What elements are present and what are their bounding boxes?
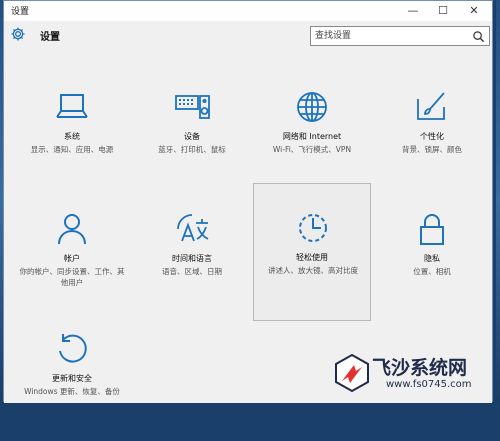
laptop-icon (56, 94, 88, 118)
tile-label: 时间和语言 (172, 254, 212, 263)
tile-description: 显示、通知、应用、电源 (30, 145, 114, 154)
tile-privacy[interactable]: 隐私 位置、相机 (373, 203, 491, 321)
tile-system[interactable]: 系统 显示、通知、应用、电源 (13, 81, 131, 199)
desktop-edge-right (496, 0, 500, 402)
tile-personalization[interactable]: 个性化 背景、锁屏、颜色 (373, 81, 491, 199)
update-icon (59, 334, 87, 363)
settings-content: 设置 系统 显示、通知、应用、电源 (4, 21, 492, 403)
search-box[interactable] (310, 26, 490, 46)
tile-description: 语音、区域、日期 (162, 267, 222, 276)
watermark-title: 飞沙系统网 (372, 357, 468, 379)
tile-label: 网络和 Internet (282, 132, 342, 141)
time-language-icon (177, 214, 209, 242)
maximize-button[interactable]: ☐ (429, 1, 457, 21)
paintbrush-icon (417, 92, 445, 120)
tile-time-language[interactable]: 时间和语言 语音、区域、日期 (133, 203, 251, 321)
watermark-url: www.fs0745.com (386, 379, 472, 390)
person-icon (58, 214, 86, 245)
tile-description: 背景、锁屏、颜色 (402, 145, 462, 154)
watermark: 飞沙系统网 www.fs0745.com (326, 349, 486, 401)
tile-ease-of-access[interactable]: 轻松使用 讲述人、放大镜、高对比度 (253, 183, 371, 321)
tile-label: 系统 (64, 132, 80, 141)
lock-icon (420, 214, 444, 245)
tile-label: 轻松使用 (296, 253, 328, 262)
page-title: 设置 (40, 32, 60, 43)
gear-icon (11, 27, 25, 41)
ease-of-access-icon (299, 214, 327, 242)
tile-network[interactable]: 网络和 Internet Wi-Fi、飞行模式、VPN (253, 81, 371, 199)
minimize-button[interactable]: — (399, 1, 427, 21)
globe-icon (297, 92, 327, 122)
tile-description: Wi-Fi、飞行模式、VPN (272, 145, 352, 154)
settings-window: 设置 — ☐ ✕ 设置 查找设置 系统 显示、通知、应用、电源 设备 蓝牙、打印… (3, 0, 493, 403)
search-input[interactable] (315, 29, 465, 43)
tile-label: 设备 (184, 132, 200, 141)
tile-devices[interactable]: 设备 蓝牙、打印机、鼠标 (133, 81, 251, 199)
search-icon[interactable] (472, 30, 485, 43)
tile-description: Windows 更新、恢复、备份 (24, 387, 120, 396)
tile-description: 位置、相机 (413, 267, 451, 276)
keyboard-speaker-icon (175, 95, 210, 119)
window-title: 设置 (11, 7, 30, 17)
tile-description: 讲述人、放大镜、高对比度 (268, 266, 358, 275)
title-bar[interactable]: 设置 — ☐ ✕ (4, 1, 492, 21)
tile-description: 蓝牙、打印机、鼠标 (158, 145, 226, 154)
tile-update-security[interactable]: 更新和安全 Windows 更新、恢复、备份 (13, 323, 131, 441)
tile-label: 帐户 (64, 254, 80, 263)
tile-label: 个性化 (420, 132, 444, 141)
tile-label: 隐私 (424, 254, 440, 263)
tile-label: 更新和安全 (52, 374, 92, 383)
close-button[interactable]: ✕ (460, 1, 488, 21)
logo-icon (335, 353, 369, 393)
tile-description: 你的帐户、同步设置、工作、其他用户 (19, 267, 125, 287)
tile-accounts[interactable]: 帐户 你的帐户、同步设置、工作、其他用户 (13, 203, 131, 321)
